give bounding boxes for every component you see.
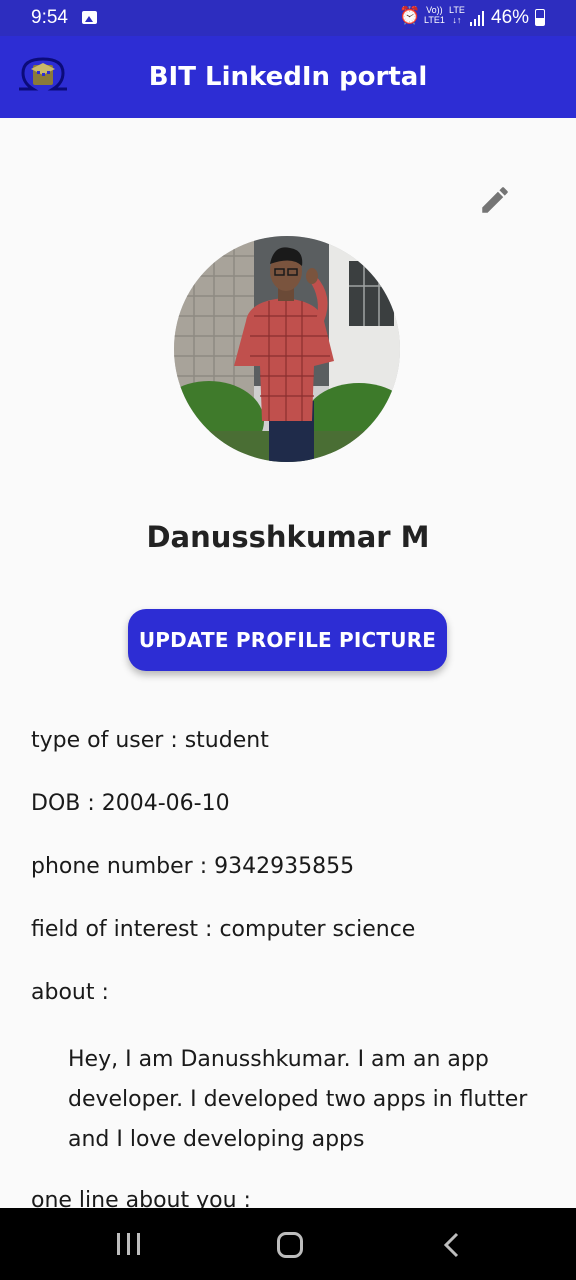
volte-indicator: Vo)) LTE1 [424,5,445,25]
navigation-bar [0,1208,576,1280]
type-of-user-text: type of user : student [31,728,269,753]
edit-profile-button[interactable] [478,183,512,217]
pencil-icon [482,187,508,213]
update-profile-picture-button[interactable]: UPDATE PROFILE PICTURE [128,609,447,671]
volte-top-label: Vo)) [426,5,443,15]
alarm-icon: ⏰ [399,6,421,25]
status-time: 9:54 [31,7,68,28]
about-text: Hey, I am Danusshkumar. I am an app deve… [68,1047,528,1152]
profile-avatar [174,236,400,462]
lte-indicator: LTE ↓↑ [449,5,465,25]
profile-name: Danusshkumar M [146,520,430,554]
battery-icon [535,9,545,26]
app-title: BIT LinkedIn portal [148,62,428,92]
app-bar: BIT LinkedIn portal [0,36,576,118]
gallery-icon [82,11,97,24]
signal-icon [470,11,487,26]
back-icon[interactable] [440,1232,464,1258]
volte-bottom-label: LTE1 [424,15,445,25]
about-label: about : [31,980,109,1005]
lte-arrows-label: ↓↑ [452,15,462,25]
lte-top-label: LTE [449,5,465,15]
battery-percent: 46% [491,7,530,28]
phone-number-text: phone number : 9342935855 [31,854,355,879]
home-icon[interactable] [277,1232,303,1258]
recents-icon[interactable] [117,1233,141,1255]
status-bar: 9:54 ⏰ Vo)) LTE1 LTE ↓↑ 46% [0,0,576,36]
field-of-interest-text: field of interest : computer science [31,917,416,942]
dob-text: DOB : 2004-06-10 [31,791,230,816]
